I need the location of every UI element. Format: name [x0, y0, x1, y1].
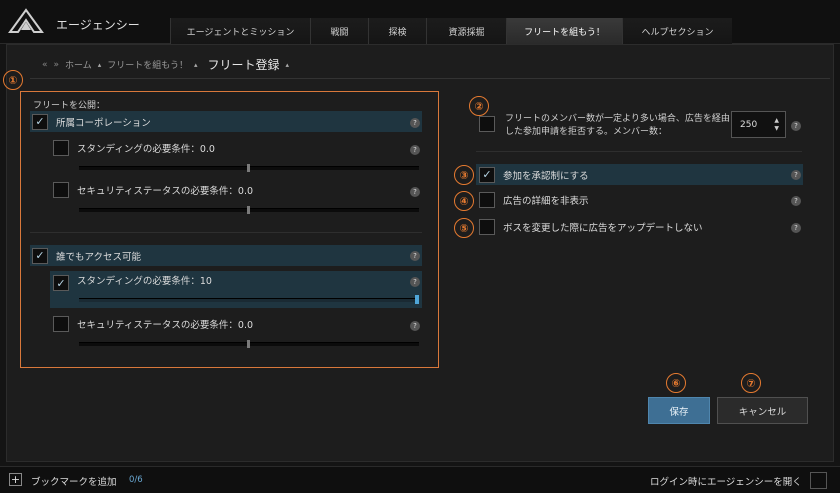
public-row[interactable]: ✓ 誰でもアクセス可能 — [30, 245, 422, 266]
public-security-label: セキュリティステータスの必要条件：0.0 — [77, 320, 254, 331]
caret-icon: ▴ — [194, 60, 198, 69]
slider-thumb[interactable] — [247, 164, 250, 172]
slider-thumb[interactable] — [247, 206, 250, 214]
stepper-arrows-icon[interactable]: ▲ ▼ — [774, 117, 779, 133]
add-bookmark-label[interactable]: ブックマークを追加 — [31, 474, 117, 488]
breadcrumb-home[interactable]: ホーム — [65, 58, 92, 71]
hide-details-row[interactable]: 広告の詳細を非表示 — [479, 192, 589, 208]
header-divider — [30, 78, 830, 79]
annotation-7: ⑦ — [741, 373, 761, 393]
help-icon[interactable]: ? — [791, 196, 801, 206]
help-icon[interactable]: ? — [410, 187, 420, 197]
public-standing-row[interactable]: ✓ スタンディングの必要条件：10 — [50, 271, 422, 308]
public-checkbox[interactable]: ✓ — [32, 247, 48, 264]
annotation-2: ② — [469, 96, 489, 116]
approval-checkbox[interactable]: ✓ — [479, 166, 495, 183]
tab-bar: エージェントとミッション 戦闘 探検 資源採掘 フリートを組もう！ ヘルプセクシ… — [170, 18, 732, 44]
approval-label: 参加を承認制にする — [503, 170, 589, 182]
member-limit-checkbox[interactable] — [479, 116, 495, 132]
member-limit-stepper[interactable]: 250 ▲ ▼ — [731, 111, 786, 138]
corp-security-slider[interactable] — [79, 206, 419, 214]
cancel-button[interactable]: キャンセル — [717, 397, 808, 424]
no-update-checkbox[interactable] — [479, 219, 495, 235]
public-security-checkbox[interactable] — [53, 316, 69, 332]
bottom-bar: + ブックマークを追加 0/6 ログイン時にエージェンシーを開く — [0, 466, 840, 493]
corp-checkbox[interactable]: ✓ — [32, 113, 48, 130]
publish-title: フリートを公開： — [33, 101, 106, 111]
annotation-1: ① — [3, 70, 23, 90]
caret-icon: ▴ — [285, 60, 290, 69]
corp-standing-row[interactable]: スタンディングの必要条件：0.0 — [53, 140, 215, 156]
help-icon[interactable]: ? — [791, 223, 801, 233]
corp-standing-label: スタンディングの必要条件：0.0 — [77, 144, 215, 155]
approval-row[interactable]: ✓ 参加を承認制にする — [476, 164, 803, 185]
help-icon[interactable]: ? — [410, 277, 420, 287]
forward-icon[interactable]: » — [54, 60, 60, 70]
back-icon[interactable]: « — [42, 60, 48, 70]
tab-exploration[interactable]: 探検 — [368, 18, 427, 44]
open-on-login-checkbox[interactable] — [810, 472, 827, 489]
public-standing-checkbox[interactable]: ✓ — [53, 275, 69, 291]
breadcrumb-fleet-up[interactable]: フリートを組もう！ — [107, 58, 188, 71]
help-icon[interactable]: ? — [410, 321, 420, 331]
tab-fleet-up[interactable]: フリートを組もう！ — [506, 18, 623, 44]
tab-help-section[interactable]: ヘルプセクション — [622, 18, 732, 44]
slider-fill — [79, 299, 419, 302]
app-title: エージェンシー — [56, 18, 140, 32]
breadcrumb: « » ホーム ▴ フリートを組もう！ ▴ フリート登録 ▴ — [42, 56, 289, 73]
page-title: フリート登録 — [207, 58, 280, 72]
help-icon[interactable]: ? — [410, 251, 420, 261]
annotation-6: ⑥ — [666, 373, 686, 393]
bookmark-count: 0/6 — [129, 475, 143, 485]
help-icon[interactable]: ? — [791, 170, 801, 180]
tab-agents-missions[interactable]: エージェントとミッション — [170, 18, 311, 44]
tab-combat[interactable]: 戦闘 — [310, 18, 369, 44]
top-bar: エージェンシー エージェントとミッション 戦闘 探検 資源採掘 フリートを組もう… — [0, 0, 840, 44]
slider-thumb[interactable] — [415, 295, 419, 304]
member-limit-value: 250 — [740, 119, 758, 130]
section-divider — [476, 151, 802, 152]
slider-thumb[interactable] — [247, 340, 250, 348]
no-update-label: ボスを変更した際に広告をアップデートしない — [503, 223, 703, 234]
save-button[interactable]: 保存 — [648, 397, 710, 424]
public-label: 誰でもアクセス可能 — [56, 251, 142, 263]
help-icon[interactable]: ? — [410, 145, 420, 155]
no-update-row[interactable]: ボスを変更した際に広告をアップデートしない — [479, 219, 703, 235]
corp-security-label: セキュリティステータスの必要条件：0.0 — [77, 186, 254, 197]
annotation-3: ③ — [454, 165, 474, 185]
hide-details-checkbox[interactable] — [479, 192, 495, 208]
caret-icon: ▴ — [97, 60, 102, 69]
corp-security-row[interactable]: セキュリティステータスの必要条件：0.0 — [53, 182, 253, 198]
tab-resource-harvesting[interactable]: 資源採掘 — [426, 18, 507, 44]
help-icon[interactable]: ? — [410, 118, 420, 128]
corp-standing-checkbox[interactable] — [53, 140, 69, 156]
open-on-login-label: ログイン時にエージェンシーを開く — [650, 477, 802, 488]
public-standing-slider[interactable] — [79, 295, 419, 304]
plus-icon[interactable]: + — [9, 473, 22, 486]
annotation-5: ⑤ — [454, 218, 474, 238]
member-limit-text: フリートのメンバー数が一定より多い場合、広告を経由した参加申請を拒否する。メンバ… — [505, 114, 730, 137]
corp-security-checkbox[interactable] — [53, 182, 69, 198]
public-standing-label: スタンディングの必要条件：10 — [77, 276, 212, 287]
help-icon[interactable]: ? — [791, 121, 801, 131]
public-security-row[interactable]: セキュリティステータスの必要条件：0.0 — [53, 316, 253, 332]
annotation-4: ④ — [454, 191, 474, 211]
corp-row[interactable]: ✓ 所属コーポレーション — [30, 111, 422, 132]
section-divider — [30, 232, 422, 233]
hide-details-label: 広告の詳細を非表示 — [503, 196, 589, 207]
agency-logo-icon — [8, 8, 44, 33]
corp-label: 所属コーポレーション — [56, 117, 151, 129]
public-security-slider[interactable] — [79, 340, 419, 348]
corp-standing-slider[interactable] — [79, 164, 419, 172]
